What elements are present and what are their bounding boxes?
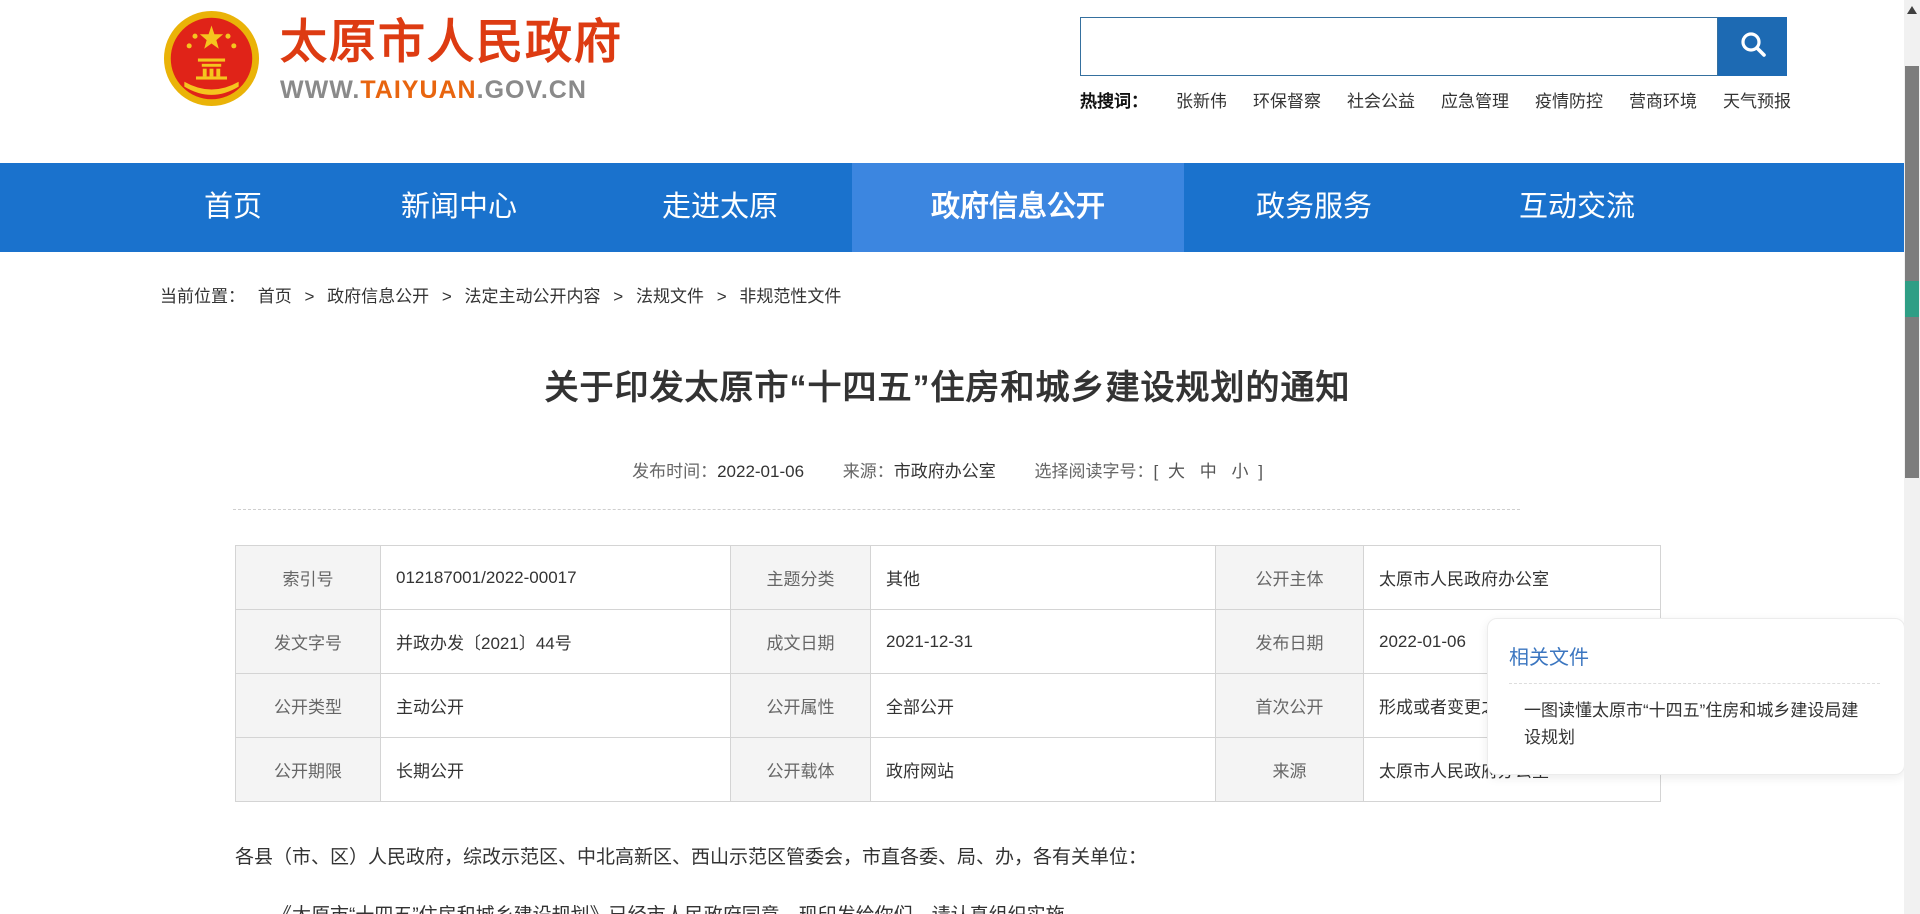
breadcrumb-separator: > (717, 287, 727, 306)
hot-search-term[interactable]: 天气预报 (1723, 87, 1791, 112)
search-icon (1737, 29, 1769, 64)
meta-label-disclosure-entity: 公开主体 (1216, 546, 1364, 610)
hot-search-term[interactable]: 疫情防控 (1535, 87, 1603, 112)
meta-value-disclosure-carrier: 政府网站 (871, 738, 1216, 802)
table-row: 公开类型 主动公开 公开属性 全部公开 首次公开 形成或者变更之日 (236, 674, 1661, 738)
search-area: 热搜词： 张新伟 环保督察 社会公益 应急管理 疫情防控 营商环境 天气预报 (1080, 17, 1820, 112)
page: 太原市人民政府 WWW.TAIYUAN.GOV.CN 热搜词： 张新伟 (0, 0, 1920, 914)
meta-label-disclosure-period: 公开期限 (236, 738, 381, 802)
meta-value-index-number: 012187001/2022-00017 (381, 546, 731, 610)
breadcrumb-label: 当前位置： (160, 287, 245, 306)
meta-label-first-disclosure: 首次公开 (1216, 674, 1364, 738)
scrollbar-thumb[interactable] (1905, 66, 1919, 478)
meta-label-publish-date: 发布日期 (1216, 610, 1364, 674)
meta-value-disclosure-type: 主动公开 (381, 674, 731, 738)
meta-value-written-date: 2021-12-31 (871, 610, 1216, 674)
site-header: 太原市人民政府 WWW.TAIYUAN.GOV.CN 热搜词： 张新伟 (0, 0, 1920, 163)
related-divider (1509, 683, 1880, 684)
site-url-prefix: WWW. (280, 76, 360, 104)
breadcrumb: 当前位置： 首页 > 政府信息公开 > 法定主动公开内容 > 法规文件 > 非规… (160, 282, 841, 307)
meta-value-topic-category: 其他 (871, 546, 1216, 610)
nav-item-about-taiyuan[interactable]: 走进太原 (610, 163, 830, 252)
search-input[interactable] (1080, 17, 1718, 76)
site-url: WWW.TAIYUAN.GOV.CN (280, 76, 623, 105)
fontsize-option-medium[interactable]: 中 (1200, 462, 1217, 481)
publish-time-value: 2022-01-06 (717, 462, 804, 481)
vertical-scrollbar[interactable] (1904, 0, 1920, 914)
breadcrumb-link-regulations[interactable]: 法规文件 (636, 287, 704, 306)
hot-search-term[interactable]: 社会公益 (1347, 87, 1415, 112)
meta-value-disclosure-entity: 太原市人民政府办公室 (1364, 546, 1661, 610)
table-row: 发文字号 并政办发〔2021〕44号 成文日期 2021-12-31 发布日期 … (236, 610, 1661, 674)
meta-label-source: 来源 (1216, 738, 1364, 802)
site-brand[interactable]: 太原市人民政府 WWW.TAIYUAN.GOV.CN (280, 14, 623, 105)
meta-label-index-number: 索引号 (236, 546, 381, 610)
breadcrumb-separator: > (442, 287, 452, 306)
breadcrumb-link-home[interactable]: 首页 (258, 287, 292, 306)
table-row: 公开期限 长期公开 公开载体 政府网站 来源 太原市人民政府办公室 (236, 738, 1661, 802)
related-documents-panel: 相关文件 一图读懂太原市“十四五”住房和城乡建设局建设规划 (1487, 618, 1905, 775)
dashed-divider (233, 509, 1520, 510)
hot-search-term[interactable]: 应急管理 (1441, 87, 1509, 112)
nav-item-gov-services[interactable]: 政务服务 (1204, 163, 1424, 252)
hot-search-row: 热搜词： 张新伟 环保督察 社会公益 应急管理 疫情防控 营商环境 天气预报 (1080, 87, 1820, 112)
breadcrumb-separator: > (613, 287, 623, 306)
main-nav: 首页 新闻中心 走进太原 政府信息公开 政务服务 互动交流 (0, 163, 1920, 252)
body-paragraph-intro: 《太原市“十四五”住房和城乡建设规划》已经市人民政府同意，现印发给你们，请认真组… (273, 900, 1593, 914)
meta-label-disclosure-type: 公开类型 (236, 674, 381, 738)
source-label: 来源： (843, 462, 894, 481)
hot-search-term[interactable]: 营商环境 (1629, 87, 1697, 112)
breadcrumb-separator: > (304, 287, 314, 306)
nav-item-gov-info-disclosure[interactable]: 政府信息公开 (852, 163, 1184, 252)
fontsize-option-small[interactable]: 小 (1231, 462, 1248, 481)
meta-label-written-date: 成文日期 (731, 610, 871, 674)
breadcrumb-link-statutory-disclosure[interactable]: 法定主动公开内容 (465, 287, 601, 306)
hot-search-term[interactable]: 环保督察 (1253, 87, 1321, 112)
meta-label-disclosure-carrier: 公开载体 (731, 738, 871, 802)
article-title: 关于印发太原市“十四五”住房和城乡建设规划的通知 (235, 360, 1660, 409)
nav-item-interaction[interactable]: 互动交流 (1467, 163, 1687, 252)
search-button[interactable] (1718, 17, 1787, 76)
scrollbar-marker (1905, 281, 1919, 317)
document-meta-table: 索引号 012187001/2022-00017 主题分类 其他 公开主体 太原… (235, 545, 1661, 802)
table-row: 索引号 012187001/2022-00017 主题分类 其他 公开主体 太原… (236, 546, 1661, 610)
nav-item-home[interactable]: 首页 (143, 163, 323, 252)
site-url-suffix: .GOV.CN (477, 76, 587, 104)
breadcrumb-link-non-normative-docs[interactable]: 非规范性文件 (739, 287, 841, 306)
nav-item-news[interactable]: 新闻中心 (349, 163, 569, 252)
related-document-link[interactable]: 一图读懂太原市“十四五”住房和城乡建设局建设规划 (1524, 697, 1859, 751)
fontsize-bracket-open: [ (1154, 462, 1159, 481)
scrollbar-up-arrow-icon[interactable] (1907, 6, 1917, 14)
fontsize-label: 选择阅读字号： (1035, 462, 1154, 481)
national-emblem-logo-icon (163, 10, 260, 107)
fontsize-bracket-close: ] (1258, 462, 1263, 481)
related-documents-title: 相关文件 (1509, 641, 1880, 670)
site-title: 太原市人民政府 (280, 14, 623, 70)
hot-search-term[interactable]: 张新伟 (1176, 87, 1227, 112)
meta-label-topic-category: 主题分类 (731, 546, 871, 610)
hot-search-label: 热搜词： (1080, 87, 1148, 112)
meta-value-disclosure-attribute: 全部公开 (871, 674, 1216, 738)
fontsize-option-large[interactable]: 大 (1168, 462, 1185, 481)
publish-info: 发布时间：2022-01-06 来源：市政府办公室 选择阅读字号：[ 大 中 小… (235, 457, 1660, 482)
publish-time-label: 发布时间： (632, 462, 717, 481)
source-value: 市政府办公室 (894, 462, 996, 481)
meta-label-disclosure-attribute: 公开属性 (731, 674, 871, 738)
breadcrumb-link-gov-info[interactable]: 政府信息公开 (327, 287, 429, 306)
meta-label-doc-number: 发文字号 (236, 610, 381, 674)
meta-value-disclosure-period: 长期公开 (381, 738, 731, 802)
site-url-highlight: TAIYUAN (360, 76, 476, 104)
meta-value-doc-number: 并政办发〔2021〕44号 (381, 610, 731, 674)
body-paragraph-recipients: 各县（市、区）人民政府，综改示范区、中北高新区、西山示范区管委会，市直各委、局、… (235, 842, 1595, 869)
